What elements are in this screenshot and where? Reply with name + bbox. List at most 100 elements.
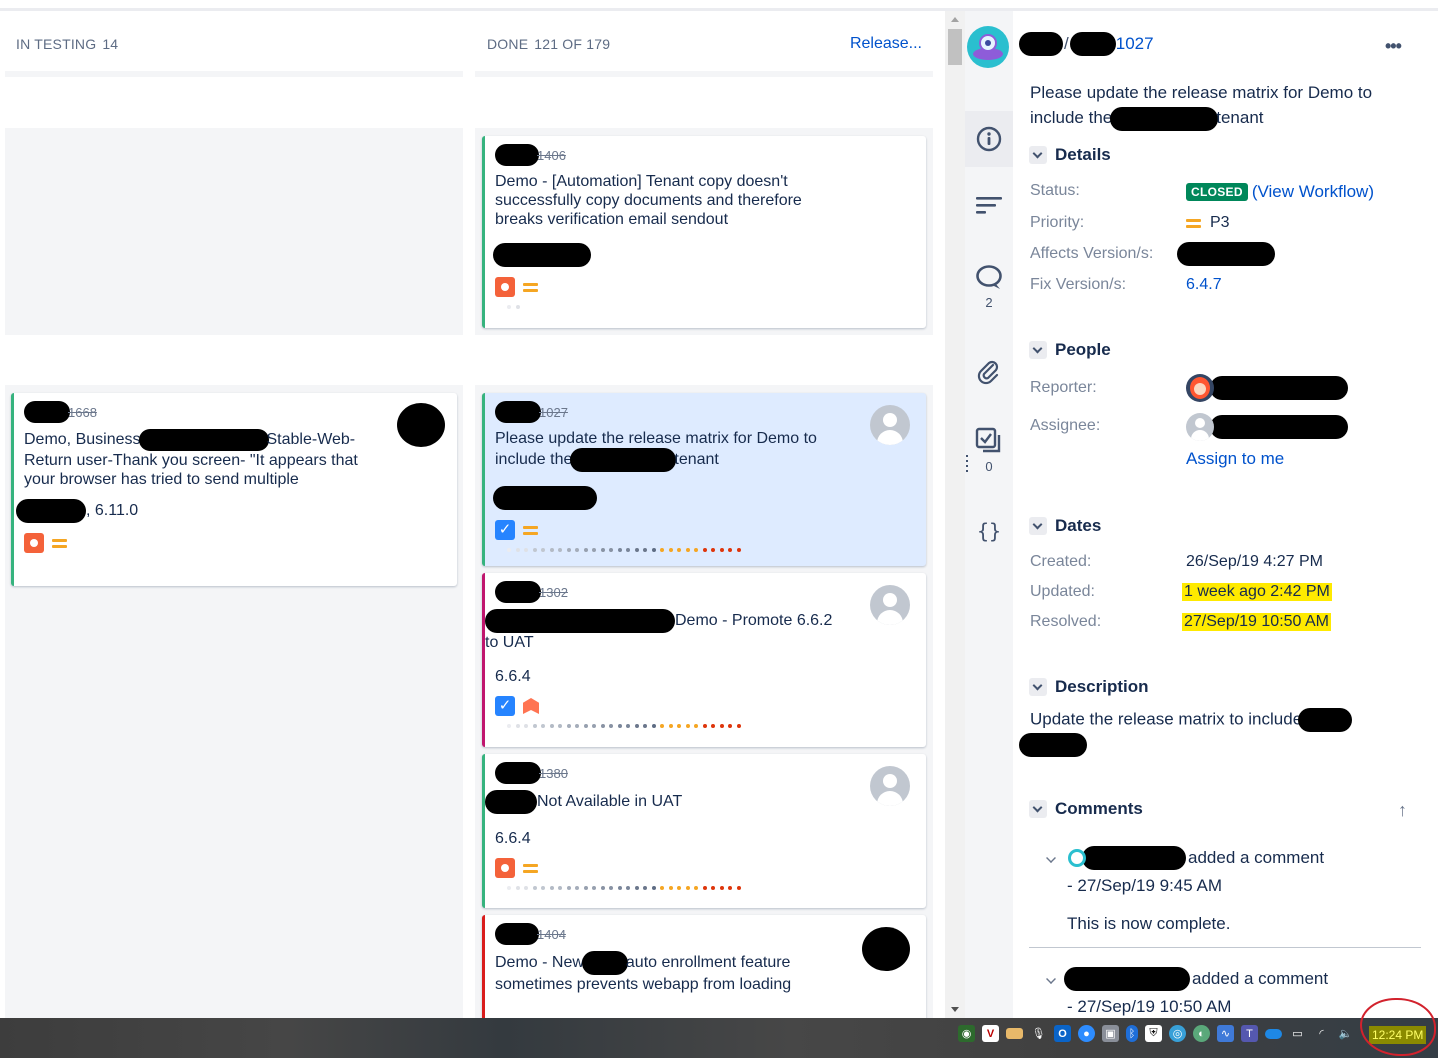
column-header-in-testing: IN TESTING 14	[16, 11, 118, 77]
days-in-column-indicator	[507, 303, 916, 311]
priority-medium-icon	[523, 524, 539, 536]
chevron-down-icon[interactable]	[1029, 341, 1047, 359]
chevron-down-icon[interactable]	[1046, 853, 1056, 863]
redacted-project-key	[1069, 32, 1116, 56]
redacted-user-name	[1210, 376, 1348, 400]
priority-medium-icon	[523, 862, 539, 874]
chevron-down-icon[interactable]	[1029, 517, 1047, 535]
outlook-icon[interactable]: O	[1054, 1025, 1071, 1042]
redacted-user-name	[1082, 846, 1186, 870]
details-section-header[interactable]: Details	[1029, 145, 1111, 165]
chevron-down-icon[interactable]	[1046, 974, 1056, 984]
issue-card[interactable]: 1404 Demo - New auto enrollment feature s…	[482, 915, 926, 1018]
rail-item-comments[interactable]: 2	[965, 265, 1013, 310]
power-icon[interactable]: ▭	[1289, 1025, 1306, 1042]
project-avatar[interactable]	[967, 26, 1009, 68]
release-link[interactable]: Release...	[850, 35, 922, 53]
day-dot	[609, 724, 613, 728]
issue-card-selected[interactable]: 1027 Please update the release matrix fo…	[482, 393, 926, 566]
day-dot	[592, 548, 596, 552]
priority-high-icon	[523, 698, 539, 714]
day-dot	[592, 886, 596, 890]
board-scrollbar[interactable]	[945, 11, 965, 1018]
nvidia-icon[interactable]: ◉	[958, 1025, 975, 1042]
priority-label: Priority:	[1030, 214, 1085, 231]
microphone-icon[interactable]: 🎙	[1030, 1025, 1047, 1042]
view-workflow-link[interactable]: (View Workflow)	[1252, 182, 1374, 202]
day-dot	[592, 724, 596, 728]
fix-version-link[interactable]: 6.4.7	[1186, 276, 1222, 294]
day-dot	[532, 724, 537, 728]
issue-card[interactable]: 1380 Not Available in UAT 6.6.4	[482, 754, 926, 908]
day-dot	[685, 724, 690, 728]
assign-to-me-link[interactable]: Assign to me	[1186, 449, 1284, 469]
scroll-up-arrow-icon[interactable]	[951, 17, 959, 22]
rail-item-development[interactable]: {}	[965, 519, 1013, 543]
issue-title: Please update the release matrix for Dem…	[1030, 80, 1400, 131]
rail-item-description[interactable]	[965, 195, 1013, 215]
day-dot	[583, 724, 588, 728]
more-actions-button[interactable]: •••	[1385, 36, 1402, 57]
people-section-header[interactable]: People	[1029, 340, 1111, 360]
day-dot	[651, 548, 656, 552]
issue-card[interactable]: 1668 Demo, Business Stable-Web-Return use…	[11, 393, 457, 586]
chevron-down-icon[interactable]	[1029, 146, 1047, 164]
device-icon[interactable]: ▣	[1102, 1025, 1119, 1042]
issue-key-link[interactable]: 1027	[1116, 34, 1154, 54]
monitor-icon[interactable]: ∿	[1217, 1025, 1234, 1042]
day-dot	[549, 548, 554, 552]
comments-section-header[interactable]: Comments	[1029, 799, 1143, 819]
assignee-avatar[interactable]	[870, 405, 910, 445]
assignee-avatar[interactable]	[862, 927, 910, 971]
day-dot	[711, 724, 715, 728]
column-count: 121 OF 179	[534, 36, 611, 52]
volume-icon[interactable]: 🔈	[1337, 1025, 1354, 1042]
assignee-avatar[interactable]	[870, 585, 910, 625]
assignee-avatar[interactable]	[870, 766, 910, 806]
issue-summary: Demo - Promote 6.6.2 to UAT	[485, 609, 845, 652]
browser-icon[interactable]: ◐	[1193, 1025, 1210, 1042]
description-section-header[interactable]: Description	[1029, 677, 1149, 697]
clock[interactable]: 12:24 PM	[1369, 1026, 1427, 1044]
redacted-version	[1177, 242, 1275, 266]
day-dot	[507, 305, 511, 309]
issue-key: 1380	[539, 765, 568, 781]
fix-version: , 6.11.0	[86, 502, 139, 519]
chevron-down-icon[interactable]	[1029, 678, 1047, 696]
issue-card[interactable]: 1302 Demo - Promote 6.6.2 to UAT 6.6.4 ✓	[482, 573, 926, 747]
issue-key: 1668	[68, 404, 97, 420]
subtasks-icon	[975, 427, 1001, 453]
day-dot	[617, 724, 622, 728]
rail-item-details[interactable]	[965, 111, 1013, 167]
issue-card[interactable]: 1406 Demo - [Automation] Tenant copy doe…	[482, 136, 926, 328]
day-dot	[660, 886, 664, 890]
sort-order-arrow-icon[interactable]: ↑	[1398, 800, 1407, 821]
teams-icon[interactable]: T	[1241, 1025, 1258, 1042]
redacted-project-key	[495, 923, 539, 945]
bluetooth-icon[interactable]: ᛒ	[1126, 1025, 1138, 1042]
issue-summary: Please update the release matrix for Dem…	[495, 429, 855, 472]
reporter-value[interactable]	[1186, 374, 1348, 402]
chevron-down-icon[interactable]	[1029, 800, 1047, 818]
onedrive-icon[interactable]	[1265, 1028, 1282, 1039]
day-dot	[507, 886, 511, 890]
column-name: IN TESTING	[16, 36, 97, 52]
wifi-icon[interactable]: ◜	[1313, 1025, 1330, 1042]
app-v-icon[interactable]: V	[982, 1025, 999, 1042]
rail-item-subtasks[interactable]: 0	[965, 427, 1013, 474]
mail-icon[interactable]	[1006, 1028, 1023, 1039]
rail-item-attachments[interactable]	[965, 359, 1013, 385]
day-dot	[524, 886, 528, 890]
security-icon[interactable]: ⛨	[1145, 1025, 1162, 1042]
dates-section-header[interactable]: Dates	[1029, 516, 1101, 536]
scroll-down-arrow-icon[interactable]	[951, 1007, 959, 1012]
assignee-value[interactable]	[1186, 413, 1348, 441]
assignee-avatar[interactable]	[397, 403, 445, 447]
zoom-icon[interactable]: ●	[1078, 1025, 1095, 1042]
panel-resize-handle[interactable]	[966, 455, 969, 475]
network-globe-icon[interactable]: ◎	[1169, 1025, 1186, 1042]
created-value: 26/Sep/19 4:27 PM	[1186, 553, 1323, 570]
resolved-label: Resolved:	[1030, 613, 1102, 630]
redacted-text	[1019, 733, 1087, 757]
scroll-thumb[interactable]	[948, 29, 962, 65]
